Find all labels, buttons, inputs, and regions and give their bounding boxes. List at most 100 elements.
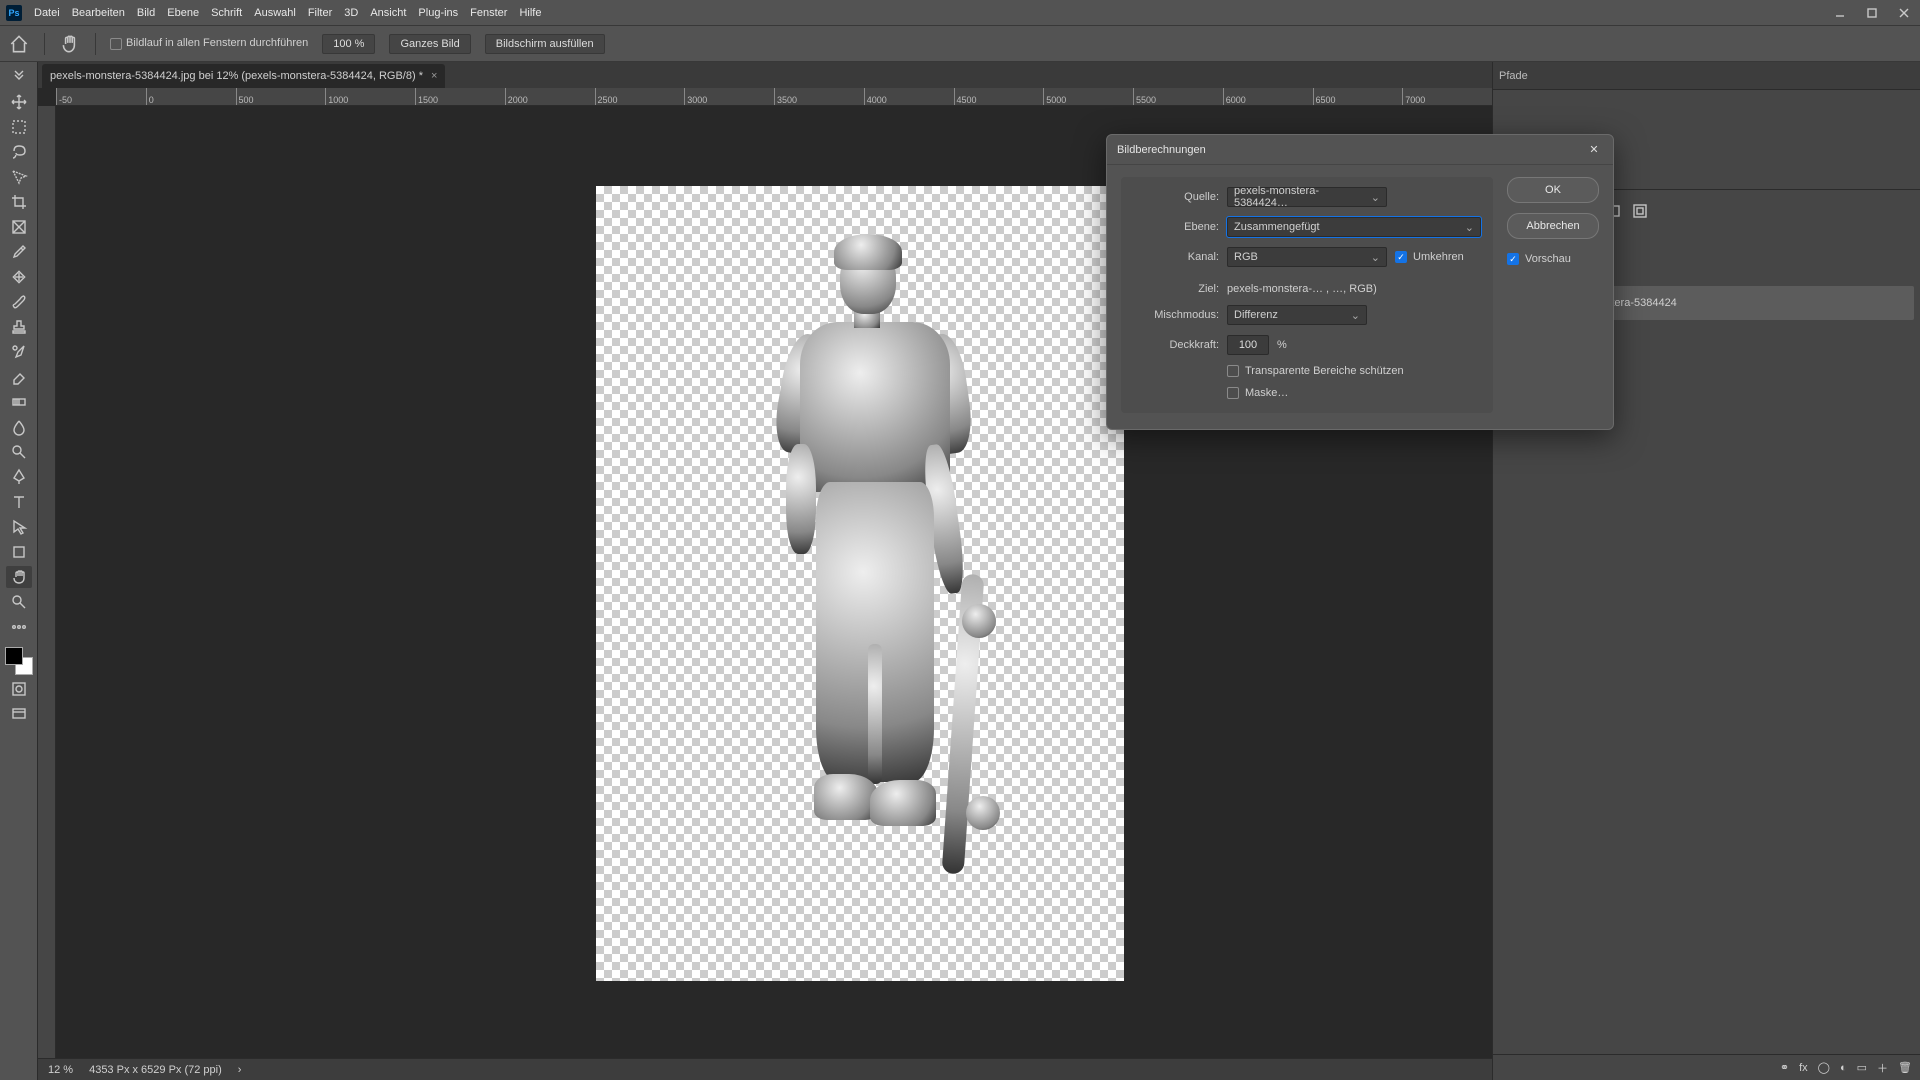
ruler-tick: 5000 <box>1043 88 1133 105</box>
menu-help[interactable]: Hilfe <box>519 7 541 19</box>
mask-checkbox[interactable]: Maske… <box>1227 387 1288 399</box>
pen-tool-icon[interactable] <box>6 466 32 488</box>
fx-icon[interactable]: fx <box>1799 1062 1808 1074</box>
menu-image[interactable]: Bild <box>137 7 155 19</box>
hand-tool-icon[interactable] <box>6 566 32 588</box>
type-tool-icon[interactable] <box>6 491 32 513</box>
marquee-tool-icon[interactable] <box>6 116 32 138</box>
screenmode-icon[interactable] <box>6 703 32 725</box>
window-minimize-icon[interactable] <box>1830 6 1850 20</box>
mask-icon[interactable]: ◯ <box>1818 1061 1830 1074</box>
status-zoom[interactable]: 12 % <box>48 1064 73 1076</box>
fit-image-button[interactable]: Ganzes Bild <box>389 34 470 54</box>
menu-layer[interactable]: Ebene <box>167 7 199 19</box>
ruler-tick: 7000 <box>1402 88 1492 105</box>
gradient-tool-icon[interactable] <box>6 391 32 413</box>
dodge-tool-icon[interactable] <box>6 441 32 463</box>
ruler-tick: 0 <box>146 88 236 105</box>
healing-tool-icon[interactable] <box>6 266 32 288</box>
move-tool-icon[interactable] <box>6 91 32 113</box>
preserve-trans-label: Transparente Bereiche schützen <box>1245 365 1404 377</box>
menu-file[interactable]: Datei <box>34 7 60 19</box>
ruler-tick: 500 <box>236 88 326 105</box>
color-swatches[interactable] <box>5 647 33 675</box>
blend-select[interactable]: Differenz⌄ <box>1227 305 1367 325</box>
window-maximize-icon[interactable] <box>1862 6 1882 20</box>
ok-button[interactable]: OK <box>1507 177 1599 203</box>
layer-select[interactable]: Zusammengefügt⌄ <box>1227 217 1481 237</box>
menu-view[interactable]: Ansicht <box>370 7 406 19</box>
quickmask-icon[interactable] <box>6 678 32 700</box>
cancel-button[interactable]: Abbrechen <box>1507 213 1599 239</box>
menu-filter[interactable]: Filter <box>308 7 332 19</box>
ruler-tick: 3500 <box>774 88 864 105</box>
preview-checkbox[interactable]: Vorschau <box>1507 253 1599 265</box>
shape-tool-icon[interactable] <box>6 541 32 563</box>
preserve-transparency-checkbox[interactable]: Transparente Bereiche schützen <box>1227 365 1404 377</box>
home-icon[interactable] <box>8 33 30 55</box>
window-close-icon[interactable] <box>1894 6 1914 20</box>
history-brush-icon[interactable] <box>6 341 32 363</box>
document-tab-title: pexels-monstera-5384424.jpg bei 12% (pex… <box>50 70 423 82</box>
menu-3d[interactable]: 3D <box>344 7 358 19</box>
folder-icon[interactable]: ▭ <box>1857 1061 1867 1074</box>
menu-type[interactable]: Schrift <box>211 7 242 19</box>
link-icon[interactable]: ⚭ <box>1780 1061 1789 1074</box>
frame-tool-icon[interactable] <box>6 216 32 238</box>
ruler-tick: 1500 <box>415 88 505 105</box>
apply-image-dialog: Bildberechnungen ✕ Quelle: pexels-monste… <box>1106 134 1614 430</box>
invert-checkbox[interactable]: Umkehren <box>1395 251 1464 263</box>
mask-label: Maske… <box>1245 387 1288 399</box>
ruler-tick: 6500 <box>1313 88 1403 105</box>
crop-tool-icon[interactable] <box>6 191 32 213</box>
filter-smart-icon[interactable] <box>1631 202 1649 220</box>
status-docinfo: 4353 Px x 6529 Px (72 ppi) <box>89 1064 222 1076</box>
foreground-color-swatch[interactable] <box>5 647 23 665</box>
menu-select[interactable]: Auswahl <box>254 7 296 19</box>
edit-toolbar-icon[interactable] <box>6 616 32 638</box>
adjustment-icon[interactable]: ◐ <box>1840 1062 1847 1074</box>
collapse-icon[interactable] <box>6 66 32 88</box>
path-select-icon[interactable] <box>6 516 32 538</box>
artboard <box>596 186 1124 981</box>
close-icon[interactable]: × <box>431 70 437 82</box>
source-select[interactable]: pexels-monstera-5384424…⌄ <box>1227 187 1387 207</box>
stamp-tool-icon[interactable] <box>6 316 32 338</box>
document-tab[interactable]: pexels-monstera-5384424.jpg bei 12% (pex… <box>42 64 445 88</box>
zoom-100-button[interactable]: 100 % <box>322 34 375 54</box>
menu-bar: Ps Datei Bearbeiten Bild Ebene Schrift A… <box>0 0 1920 25</box>
new-layer-icon[interactable]: ＋ <box>1877 1060 1888 1076</box>
scroll-all-checkbox[interactable]: Bildlauf in allen Fenstern durchführen <box>110 37 308 49</box>
fill-screen-button[interactable]: Bildschirm ausfüllen <box>485 34 605 54</box>
layer-label: Ebene: <box>1133 221 1219 233</box>
ruler-tick: 1000 <box>325 88 415 105</box>
blur-tool-icon[interactable] <box>6 416 32 438</box>
canvas-image <box>730 224 990 944</box>
menu-window[interactable]: Fenster <box>470 7 507 19</box>
ruler-tick: 4500 <box>954 88 1044 105</box>
lasso-tool-icon[interactable] <box>6 141 32 163</box>
zoom-tool-icon[interactable] <box>6 591 32 613</box>
app-logo: Ps <box>6 5 22 21</box>
invert-label: Umkehren <box>1413 251 1464 263</box>
dialog-title: Bildberechnungen <box>1117 144 1206 156</box>
quick-select-tool-icon[interactable] <box>6 166 32 188</box>
menu-edit[interactable]: Bearbeiten <box>72 7 125 19</box>
ruler-tick: 2500 <box>595 88 685 105</box>
menu-plugins[interactable]: Plug-ins <box>418 7 458 19</box>
brush-tool-icon[interactable] <box>6 291 32 313</box>
dialog-close-icon[interactable]: ✕ <box>1585 141 1603 159</box>
ruler-tick: 4000 <box>864 88 954 105</box>
opacity-label: Deckkraft: <box>1133 339 1219 351</box>
opacity-input[interactable]: 100 <box>1227 335 1269 355</box>
chevron-right-icon[interactable]: › <box>238 1064 242 1076</box>
hand-tool-icon[interactable] <box>59 33 81 55</box>
options-bar: Bildlauf in allen Fenstern durchführen 1… <box>0 25 1920 62</box>
layer-panel-footer: ⚭ fx ◯ ◐ ▭ ＋ 🗑 <box>1493 1054 1920 1080</box>
source-label: Quelle: <box>1133 191 1219 203</box>
trash-icon[interactable]: 🗑 <box>1898 1061 1912 1074</box>
channel-select[interactable]: RGB⌄ <box>1227 247 1387 267</box>
tab-paths[interactable]: Pfade <box>1499 70 1528 82</box>
eyedropper-tool-icon[interactable] <box>6 241 32 263</box>
eraser-tool-icon[interactable] <box>6 366 32 388</box>
